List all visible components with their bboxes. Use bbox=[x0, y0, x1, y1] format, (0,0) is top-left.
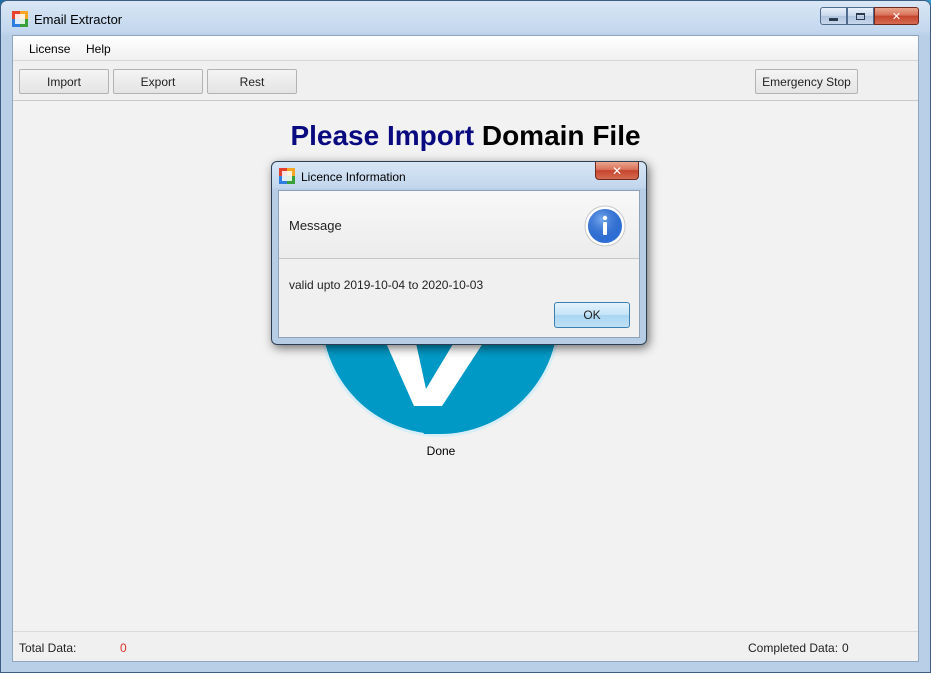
close-icon: ✕ bbox=[611, 163, 623, 178]
status-bar: Total Data: 0 Completed Data: 0 bbox=[13, 631, 918, 661]
dialog-body: Message valid upto 2019-10-04 to 2020-10… bbox=[278, 190, 640, 338]
dialog-close-button[interactable]: ✕ bbox=[595, 162, 639, 180]
window-controls: ✕ bbox=[820, 7, 919, 26]
menu-help[interactable]: Help bbox=[86, 42, 111, 56]
dialog-app-icon bbox=[279, 168, 295, 184]
licence-dialog: Licence Information ✕ Message valid upto… bbox=[271, 161, 647, 345]
info-icon bbox=[584, 205, 626, 247]
page-title: Please Import Domain File bbox=[13, 120, 918, 152]
window-title: Email Extractor bbox=[34, 12, 123, 27]
title-bar[interactable]: Email Extractor ✕ bbox=[1, 1, 930, 34]
dialog-message: valid upto 2019-10-04 to 2020-10-03 bbox=[289, 278, 484, 292]
completed-data-label: Completed Data: bbox=[748, 641, 839, 655]
menu-license[interactable]: License bbox=[29, 42, 70, 56]
dialog-header-text: Message bbox=[289, 218, 342, 233]
import-button[interactable]: Import bbox=[19, 69, 109, 94]
emergency-stop-button[interactable]: Emergency Stop bbox=[755, 69, 858, 94]
minimize-icon bbox=[829, 17, 838, 21]
total-data-value: 0 bbox=[120, 641, 127, 655]
page-title-part1: Please Import bbox=[290, 120, 475, 151]
total-data-label: Total Data: bbox=[19, 641, 77, 655]
close-button[interactable]: ✕ bbox=[874, 7, 919, 25]
close-icon: ✕ bbox=[891, 10, 902, 23]
rest-button[interactable]: Rest bbox=[207, 69, 297, 94]
dialog-header: Message bbox=[279, 191, 639, 259]
status-label: Done bbox=[426, 444, 456, 458]
maximize-icon bbox=[856, 12, 865, 20]
export-button[interactable]: Export bbox=[113, 69, 203, 94]
minimize-button[interactable] bbox=[820, 7, 847, 25]
client-area: License Help Import Export Rest Emergenc… bbox=[12, 35, 919, 662]
dialog-title: Licence Information bbox=[301, 170, 406, 184]
maximize-button[interactable] bbox=[847, 7, 874, 25]
toolbar: Import Export Rest Emergency Stop bbox=[13, 61, 918, 101]
app-icon bbox=[12, 11, 28, 27]
menu-bar: License Help bbox=[13, 36, 918, 61]
ok-button[interactable]: OK bbox=[554, 302, 630, 328]
completed-data-value: 0 bbox=[842, 641, 849, 655]
page-title-part2: Domain File bbox=[481, 120, 641, 151]
